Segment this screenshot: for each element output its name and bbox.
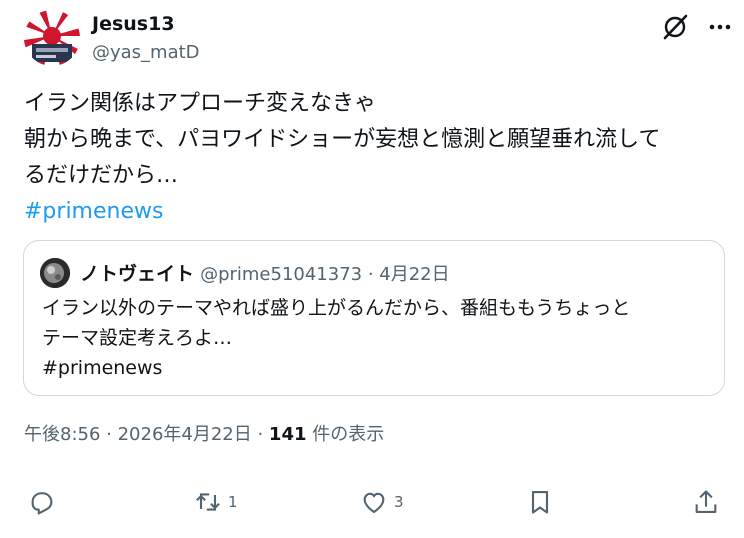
like-icon: [363, 492, 385, 513]
avatar[interactable]: [24, 10, 80, 66]
quote-avatar[interactable]: [40, 258, 70, 288]
like-button[interactable]: 3: [360, 486, 404, 518]
views-label: 件の表示: [306, 424, 385, 445]
like-count: 3: [394, 493, 404, 511]
action-bar: 1 3: [0, 480, 744, 524]
share-icon: [695, 490, 717, 513]
quote-text: イラン以外のテーマやれば盛り上がるんだから、番組ももうちょっと テーマ設定考えろ…: [42, 293, 630, 383]
grok-icon[interactable]: [660, 12, 690, 42]
reply-button[interactable]: [28, 486, 56, 518]
quote-line: テーマ設定考えろよ…: [42, 327, 233, 349]
tweet-meta: 午後8:56 · 2026年4月22日 · 141 件の表示: [24, 420, 384, 446]
tweet-text: イラン関係はアプローチ変えなきゃ 朝から晩まで、パヨワイドショーが妄想と憶測と願…: [24, 86, 724, 230]
bookmark-icon: [531, 491, 549, 514]
quote-author-name[interactable]: ノトヴェイト: [80, 263, 194, 285]
tweet-line: 朝から晩まで、パヨワイドショーが妄想と憶測と願望垂れ流して: [24, 127, 661, 152]
reply-icon: [31, 492, 53, 515]
quote-line: イラン以外のテーマやれば盛り上がるんだから、番組ももうちょっと: [42, 297, 631, 319]
quote-header: ノトヴェイト @prime51041373 · 4月22日: [80, 259, 450, 286]
bookmark-button[interactable]: [526, 486, 554, 518]
tweet-line: るだけだから…: [24, 163, 179, 188]
author-handle[interactable]: @yas_matD: [92, 42, 200, 63]
more-icon[interactable]: [705, 12, 735, 42]
views-count: 141: [268, 424, 307, 445]
quote-author-handle[interactable]: @prime51041373 · 4月22日: [200, 264, 450, 285]
retweet-icon: [196, 493, 220, 511]
quote-line: #primenews: [42, 357, 163, 379]
timestamp[interactable]: 午後8:56 · 2026年4月22日 ·: [24, 424, 269, 445]
hashtag-link[interactable]: #primenews: [24, 194, 724, 230]
retweet-count: 1: [228, 493, 238, 511]
author-name[interactable]: Jesus13: [92, 13, 175, 35]
retweet-button[interactable]: 1: [194, 486, 238, 518]
share-button[interactable]: [692, 486, 720, 518]
tweet-line: イラン関係はアプローチ変えなきゃ: [24, 91, 377, 116]
quote-card[interactable]: ノトヴェイト @prime51041373 · 4月22日 イラン以外のテーマや…: [23, 240, 725, 396]
